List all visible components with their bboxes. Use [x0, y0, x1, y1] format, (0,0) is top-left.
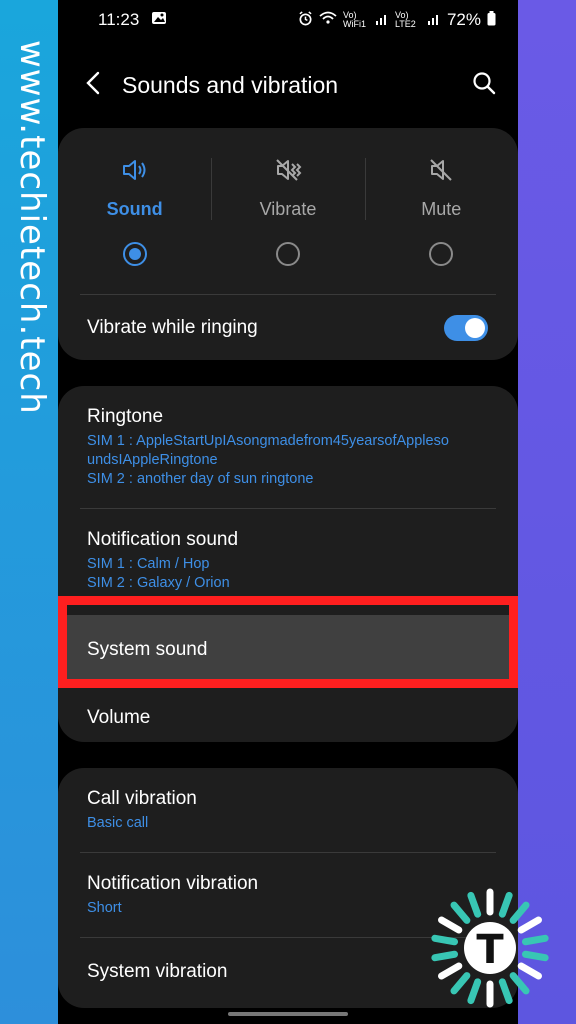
home-indicator: [228, 1012, 348, 1016]
sound-mode-card: Sound Vibrate Mute Vibrate while ringing: [58, 128, 518, 360]
logo-tick: [467, 978, 482, 1005]
volume-item[interactable]: Volume: [58, 693, 518, 743]
sound-mode-selector: Sound Vibrate Mute: [58, 128, 518, 294]
alarm-icon: [298, 11, 313, 29]
system-sound-item[interactable]: System sound: [58, 607, 518, 693]
logo-tick: [517, 962, 542, 980]
logo-tick: [509, 972, 530, 995]
app-bar: Sounds and vibration: [58, 40, 518, 130]
mode-mute-label: Mute: [421, 199, 462, 219]
back-icon[interactable]: [86, 71, 100, 100]
mode-vibrate[interactable]: Vibrate: [211, 128, 364, 294]
logo-tick: [467, 891, 482, 918]
watermark: www.techietech.tech: [6, 40, 52, 420]
ringtone-sim2: SIM 2 : another day of sun ringtone: [87, 471, 314, 487]
battery-icon: [487, 11, 496, 29]
logo-tick: [521, 934, 549, 946]
phone-screen: 11:23 Vo) WiFi1 Vo) LTE2 72% Sounds and …: [58, 0, 518, 1024]
signal-icon: [375, 12, 389, 29]
logo-tick: [431, 950, 459, 962]
system-vibration-title: System vibration: [87, 961, 228, 982]
mode-vibrate-radio[interactable]: [275, 242, 300, 266]
notification-sound-sim2: SIM 2 : Galaxy / Orion: [87, 575, 230, 591]
status-bar: 11:23 Vo) WiFi1 Vo) LTE2 72%: [58, 0, 518, 40]
mode-mute-radio[interactable]: [429, 242, 454, 266]
watermark-text: www.techietech.tech: [12, 40, 52, 415]
wifi-icon: [319, 11, 337, 29]
notification-sound-sim1: SIM 1 : Calm / Hop: [87, 556, 210, 572]
mode-mute[interactable]: Mute: [364, 128, 518, 294]
logo-tick: [521, 950, 549, 962]
logo-letter: T: [476, 927, 504, 973]
mode-vibrate-label: Vibrate: [259, 199, 317, 219]
notification-sound-title: Notification sound: [87, 529, 239, 550]
mode-sound-label: Sound: [106, 199, 163, 219]
speaker-icon: [121, 158, 149, 187]
network-label-1: Vo) WiFi1: [342, 10, 366, 29]
network-label-2: Vo) LTE2: [394, 10, 416, 29]
notification-sound-item[interactable]: Notification sound SIM 1 : Calm / Hop SI…: [58, 509, 518, 607]
mode-sound[interactable]: Sound: [58, 128, 211, 294]
logo-tick: [509, 901, 530, 924]
sounds-list-card: Ringtone SIM 1 : AppleStartUpIAsongmadef…: [58, 386, 518, 742]
battery-percent: 72%: [446, 10, 481, 29]
system-sound-title: System sound: [87, 639, 208, 660]
mode-sound-radio[interactable]: [122, 242, 147, 266]
ringtone-sim1-line1: SIM 1 : AppleStartUpIAsongmadefrom45year…: [87, 433, 449, 449]
gallery-icon: [151, 10, 167, 31]
vibrate-while-ringing-label: Vibrate while ringing: [87, 317, 258, 338]
logo-tick: [431, 934, 459, 946]
volume-title: Volume: [87, 707, 151, 728]
vibrate-while-ringing-row[interactable]: Vibrate while ringing: [58, 295, 518, 361]
mute-icon: [427, 158, 455, 187]
right-background: [518, 0, 576, 1024]
call-vibration-value: Basic call: [87, 815, 149, 831]
call-vibration-title: Call vibration: [87, 788, 197, 809]
logo-tick: [450, 972, 471, 995]
call-vibration-item[interactable]: Call vibration Basic call: [58, 768, 518, 852]
vibrate-while-ringing-toggle[interactable]: [444, 315, 488, 341]
ringtone-sim1-line2: undsIAppleRingtone: [87, 452, 218, 468]
logo-tick: [450, 901, 471, 924]
logo-tick: [498, 891, 513, 918]
page-title: Sounds and vibration: [122, 71, 339, 98]
ringtone-title: Ringtone: [87, 406, 164, 427]
ringtone-item[interactable]: Ringtone SIM 1 : AppleStartUpIAsongmadef…: [58, 386, 518, 508]
vibrate-icon: [274, 158, 302, 187]
logo-tick: [498, 978, 513, 1005]
status-time: 11:23: [98, 10, 140, 29]
logo-tick: [438, 916, 463, 934]
logo-tick: [438, 962, 463, 980]
signal-icon: [427, 12, 441, 29]
logo-tick: [517, 916, 542, 934]
search-icon[interactable]: [472, 71, 496, 100]
techietech-logo: T: [428, 886, 552, 1010]
